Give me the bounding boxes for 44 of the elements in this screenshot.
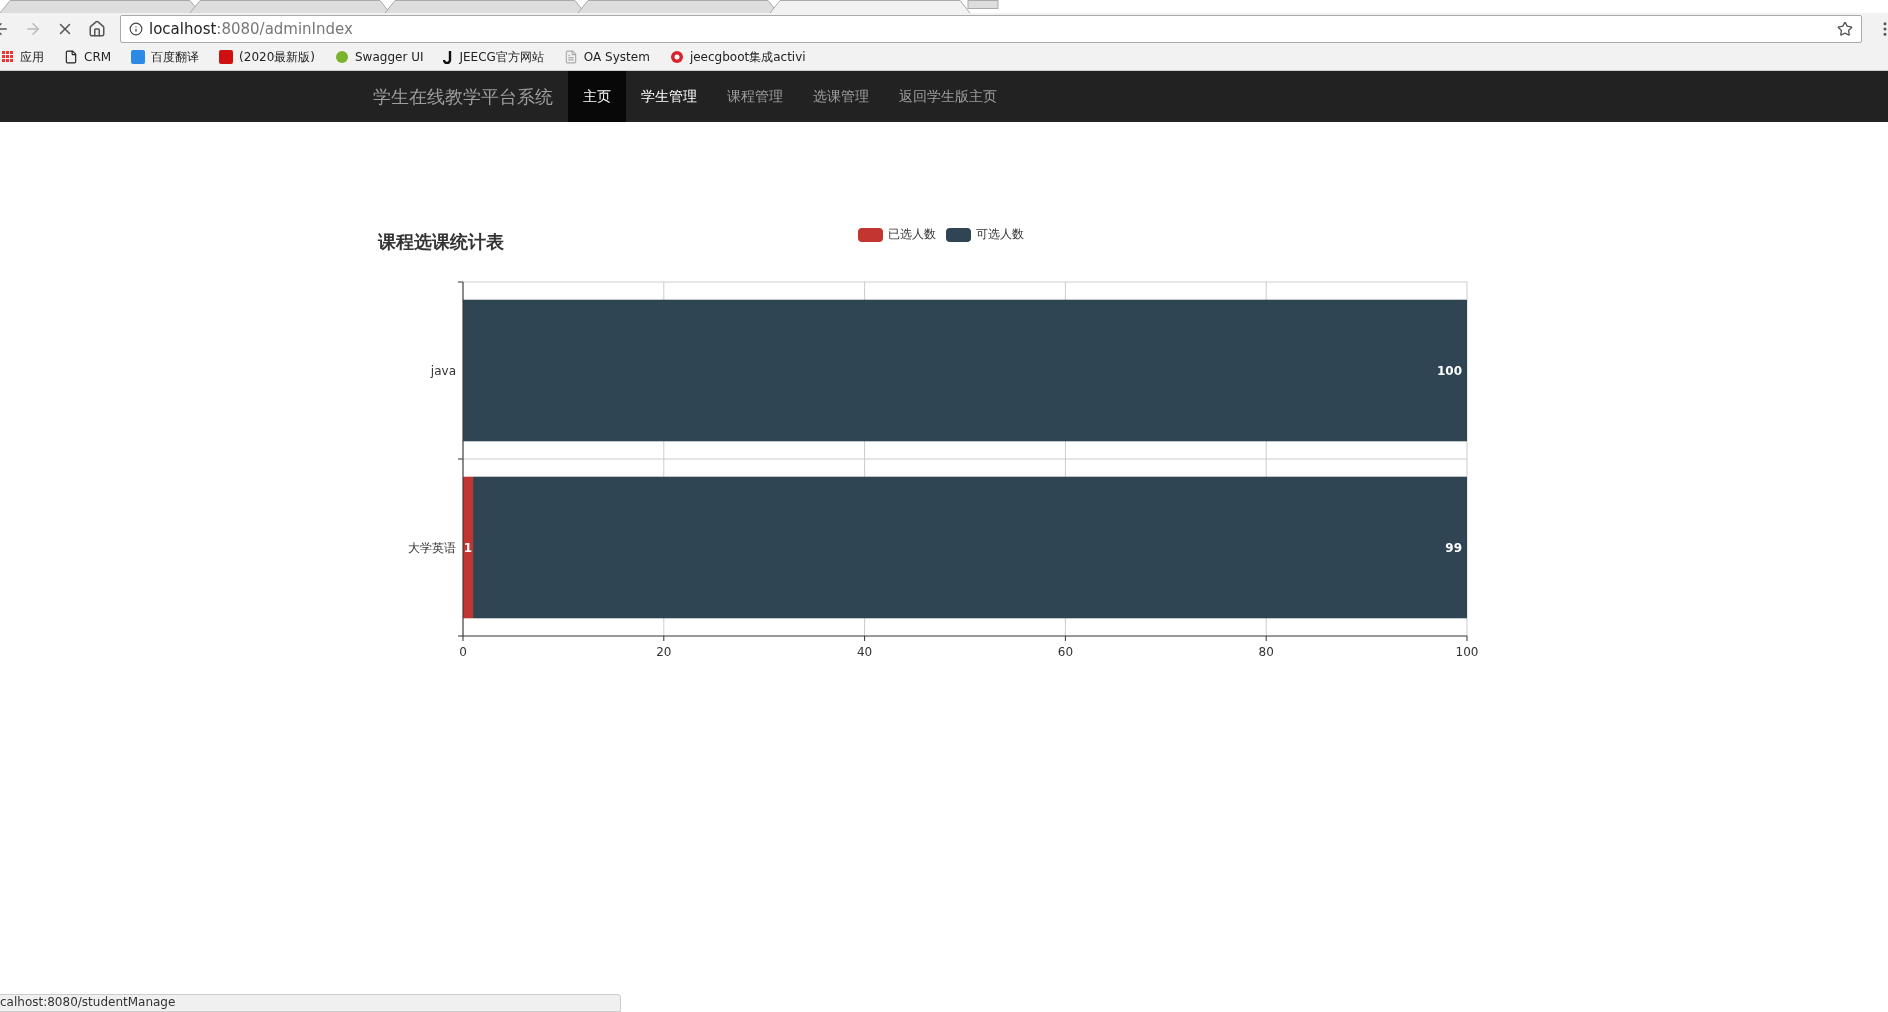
- j-logo-icon: [443, 50, 454, 64]
- url-text: localhost:8080/adminIndex: [149, 19, 353, 38]
- nav-item[interactable]: 主页: [568, 71, 626, 122]
- nav-item[interactable]: 返回学生版主页: [884, 71, 1012, 122]
- bookmark-star-icon[interactable]: [1837, 20, 1853, 37]
- legend-swatch[interactable]: [858, 227, 883, 242]
- chart-title: 课程选课统计表: [378, 230, 504, 254]
- status-url: calhost:8080/studentManage: [0, 994, 621, 1012]
- tick-label: 20: [656, 645, 672, 659]
- info-icon[interactable]: [129, 21, 143, 36]
- tick-label: 60: [1057, 645, 1074, 659]
- g-logo-icon: [669, 50, 684, 64]
- category-label: java: [430, 363, 456, 378]
- tick-label: 40: [856, 645, 873, 659]
- nav-item[interactable]: 课程管理: [712, 71, 798, 122]
- bookmark-link[interactable]: (2020最新版): [239, 48, 315, 66]
- tick-label: 80: [1258, 645, 1274, 659]
- tick-label: 0: [459, 645, 467, 659]
- bookmark-link[interactable]: JEECG官方网站: [459, 48, 544, 66]
- bookmark-link[interactable]: CRM: [84, 50, 112, 64]
- circle-icon: [335, 50, 349, 64]
- apps-icon: [2, 51, 14, 63]
- category-label: 大学英语: [408, 540, 456, 555]
- legend-label[interactable]: 可选人数: [976, 226, 1024, 243]
- bookmark-link[interactable]: jeecgboot集成activi: [689, 48, 806, 66]
- bookmark-link[interactable]: OA System: [583, 50, 650, 64]
- bookmark-link[interactable]: 百度翻译: [151, 48, 200, 66]
- bookmark-link[interactable]: 应用: [20, 48, 44, 66]
- legend-swatch[interactable]: [946, 227, 971, 242]
- nav-item[interactable]: 选课管理: [798, 71, 884, 122]
- data-label: 100: [1436, 363, 1462, 378]
- data-label: 99: [1445, 540, 1462, 555]
- nav-item[interactable]: 学生管理: [626, 71, 712, 122]
- page-icon: [64, 50, 78, 64]
- document-icon: [563, 50, 578, 64]
- tick-label: 100: [1455, 645, 1479, 659]
- legend-label[interactable]: 已选人数: [888, 226, 936, 243]
- translate-icon: [131, 50, 146, 64]
- address-bar[interactable]: localhost:8080/adminIndex: [120, 14, 1862, 43]
- data-label: 1: [463, 540, 473, 555]
- square-logo-icon: [219, 50, 234, 64]
- bookmark-link[interactable]: Swagger UI: [355, 50, 424, 64]
- home-icon[interactable]: [88, 19, 106, 38]
- brand-title[interactable]: 学生在线教学平台系统: [373, 71, 553, 122]
